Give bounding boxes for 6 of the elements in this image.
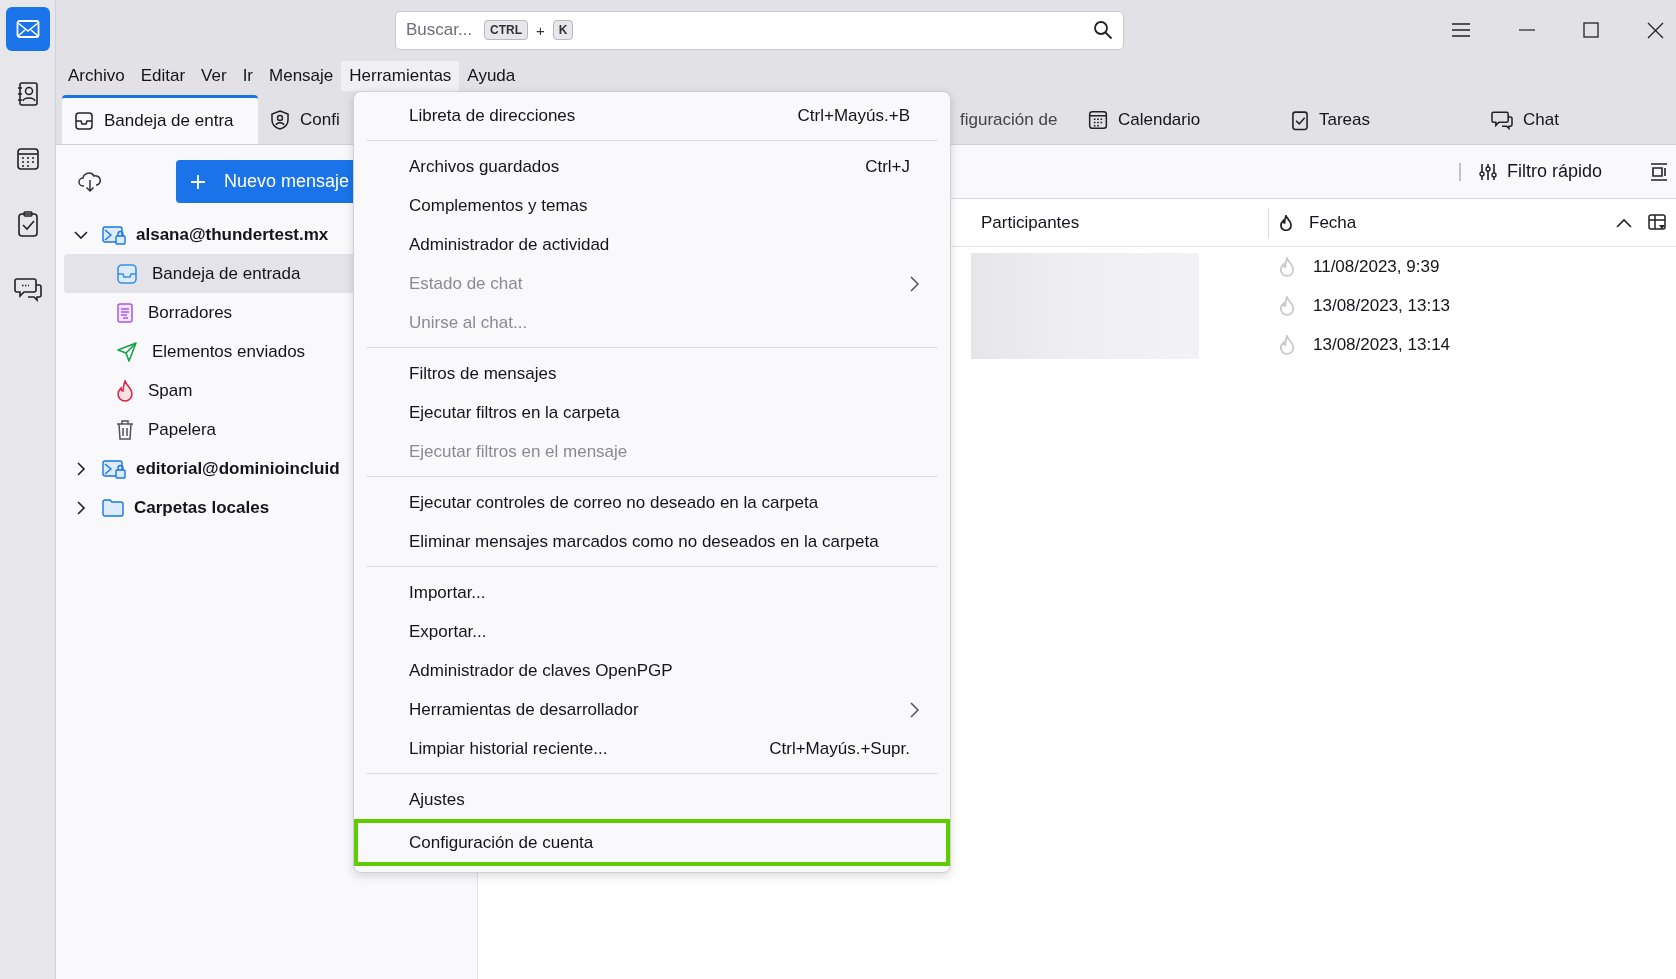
- date-cell: 13/08/2023, 13:14: [1313, 334, 1451, 355]
- plus-sign: +: [536, 21, 545, 39]
- date-cell: 11/08/2023, 9:39: [1313, 256, 1440, 277]
- key-hint: K: [552, 20, 574, 40]
- key-hint: CTRL: [484, 20, 528, 40]
- date-cell: 13/08/2023, 13:13: [1313, 295, 1451, 316]
